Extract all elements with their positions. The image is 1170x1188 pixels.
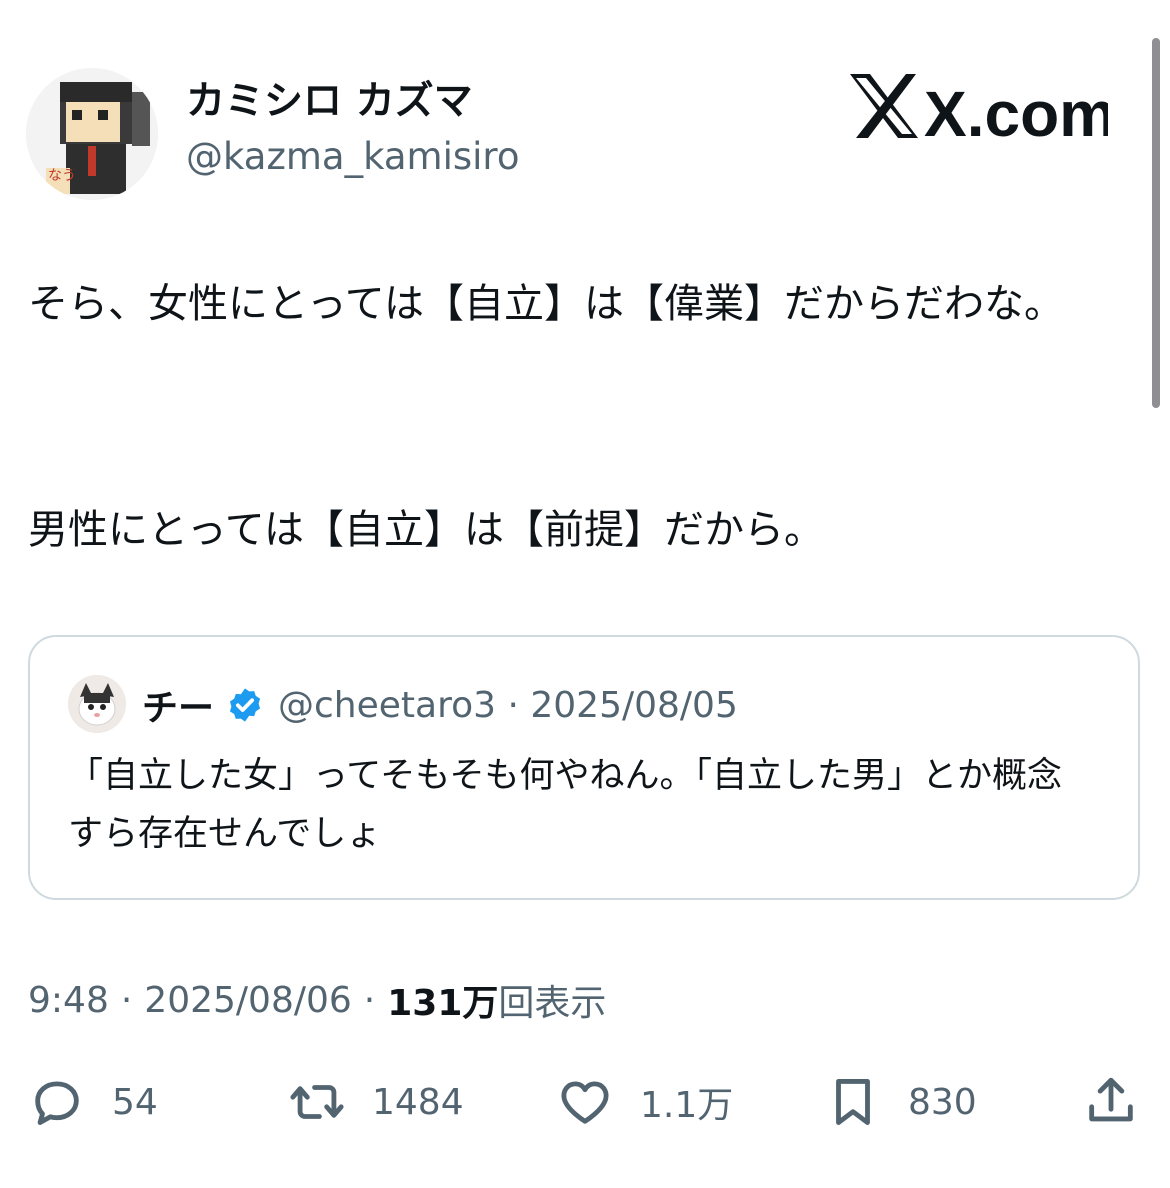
tweet-meta: 9:48 · 2025/08/06 · 131万 回表示 [28, 975, 606, 1025]
tweet-text-paragraph-2: 男性にとっては【自立】は【前提】だから。 [28, 507, 824, 553]
reply-button[interactable]: 54 [28, 1072, 158, 1132]
retweet-count: 1484 [372, 1081, 464, 1123]
bookmark-button[interactable]: 830 [824, 1072, 977, 1132]
tweet-date[interactable]: 2025/08/06 [144, 980, 352, 1021]
svg-text:なう: なう [48, 168, 76, 184]
quoted-header: チー @cheetaro3 · 2025/08/05 [142, 679, 738, 731]
quoted-author-avatar[interactable] [68, 675, 126, 733]
retweet-icon [290, 1085, 344, 1119]
author-handle[interactable]: @kazma_kamisiro [186, 133, 519, 181]
like-count: 1.1万 [640, 1085, 734, 1126]
heart-icon [561, 1081, 609, 1124]
cat-avatar-icon [68, 675, 126, 733]
bookmark-icon [836, 1079, 870, 1125]
share-button[interactable] [1082, 1072, 1140, 1132]
x-logo-icon: X.com [850, 74, 1116, 150]
author-name[interactable]: カミシロ カズマ [186, 78, 473, 126]
scrollbar[interactable] [1152, 38, 1160, 408]
x-com-logo: X.com [848, 66, 1116, 150]
tweet-text-paragraph-1: そら、女性にとっては【自立】は【偉業】だからだわな。 [28, 281, 1064, 327]
views-count: 131万 [387, 983, 499, 1024]
bookmark-count: 830 [908, 1081, 977, 1123]
quoted-handle-date[interactable]: @cheetaro3 · 2025/08/05 [278, 685, 738, 726]
verified-badge-icon [229, 688, 261, 722]
retweet-button[interactable]: 1484 [288, 1072, 464, 1132]
meta-separator: · [120, 979, 133, 1021]
reply-count: 54 [112, 1081, 158, 1123]
reply-bubble-icon [35, 1081, 79, 1125]
share-upload-icon [1089, 1077, 1133, 1122]
views-label: 回表示 [498, 983, 607, 1024]
quoted-author-name[interactable]: チー [142, 679, 214, 731]
quoted-tweet-card[interactable]: チー @cheetaro3 · 2025/08/05 「自立した女」ってそもそも… [28, 635, 1140, 900]
meta-separator: · [363, 979, 376, 1021]
logo-text: X.com [924, 78, 1108, 146]
like-button[interactable]: 1.1万 [556, 1072, 733, 1132]
quoted-tweet-text: 「自立した女」ってそもそも何やねん。「自立した男」とか概念すら存在せんでしょ [68, 756, 1063, 854]
tweet-time[interactable]: 9:48 [28, 980, 109, 1021]
cardboard-figure-avatar-icon: なう [26, 68, 158, 200]
author-avatar[interactable]: なう [26, 68, 158, 200]
